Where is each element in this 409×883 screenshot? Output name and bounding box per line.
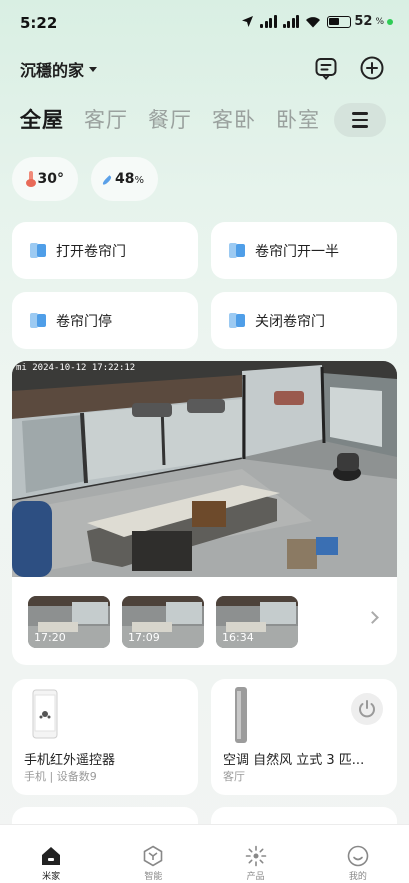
charging-dot-icon bbox=[387, 18, 393, 25]
camera-live-feed[interactable]: mi 2024-10-12 17:22:12 bbox=[12, 361, 397, 577]
clip-time: 17:20 bbox=[34, 631, 66, 644]
product-icon bbox=[245, 845, 266, 867]
room-tabs: 全屋 客厅 餐厅 客卧 卧室 bbox=[20, 104, 320, 134]
device-subtitle: 客厅 bbox=[223, 770, 245, 783]
battery-indicator: 52% bbox=[327, 14, 393, 29]
clip-time: 17:09 bbox=[128, 631, 160, 644]
nav-label: 智能 bbox=[144, 872, 163, 882]
scene-half-open-shutter[interactable]: 卷帘门开一半 bbox=[211, 222, 397, 279]
camera-timestamp: mi 2024-10-12 17:22:12 bbox=[16, 363, 136, 373]
device-name: 空调 自然风 立式 3 匹... bbox=[223, 753, 365, 768]
scene-stop-shutter[interactable]: 卷帘门停 bbox=[12, 292, 198, 349]
room-menu-button[interactable] bbox=[334, 103, 386, 137]
battery-icon bbox=[327, 15, 352, 28]
tower-ac-icon bbox=[235, 687, 247, 743]
tab-bedroom[interactable]: 卧室 bbox=[276, 104, 320, 134]
camera-card: mi 2024-10-12 17:22:12 17:20 17:09 16:34 bbox=[12, 361, 397, 665]
tab-guest-bedroom[interactable]: 客卧 bbox=[212, 104, 256, 134]
battery-unit: % bbox=[375, 16, 384, 27]
clip-time: 16:34 bbox=[222, 631, 254, 644]
home-name: 沉穩的家 bbox=[20, 61, 85, 80]
scene-label: 卷帘门开一半 bbox=[255, 243, 339, 260]
device-name: 手机红外遥控器 bbox=[24, 753, 116, 768]
cell-signal-2-icon bbox=[282, 15, 300, 28]
humidity-value: 48% bbox=[115, 171, 144, 187]
humidity-chip[interactable]: 48% bbox=[91, 157, 158, 201]
shutter-icon bbox=[30, 313, 46, 328]
status-icons: 52% bbox=[241, 14, 393, 29]
message-icon bbox=[315, 58, 337, 81]
temperature-value: 30° bbox=[37, 171, 64, 187]
profile-icon bbox=[347, 845, 369, 867]
clip-thumbnail[interactable]: 17:09 bbox=[122, 596, 204, 648]
smart-icon bbox=[144, 845, 163, 867]
chevron-right-icon[interactable] bbox=[366, 611, 379, 624]
bottom-nav: 米家 智能 产品 我的 bbox=[0, 824, 409, 883]
plus-circle-icon bbox=[360, 56, 384, 80]
caret-down-icon bbox=[89, 66, 98, 72]
cell-signal-icon bbox=[260, 15, 277, 28]
nav-label: 米家 bbox=[42, 872, 61, 882]
battery-percent: 52 bbox=[354, 14, 373, 29]
home-icon bbox=[42, 847, 61, 865]
tab-living-room[interactable]: 客厅 bbox=[84, 104, 128, 134]
scene-label: 卷帘门停 bbox=[56, 313, 112, 330]
clip-thumbnail[interactable]: 16:34 bbox=[216, 596, 298, 648]
device-subtitle: 手机 | 设备数9 bbox=[24, 770, 97, 783]
shutter-icon bbox=[30, 243, 46, 258]
scene-label: 打开卷帘门 bbox=[56, 243, 126, 260]
power-icon bbox=[359, 700, 375, 718]
status-time: 5:22 bbox=[20, 14, 58, 32]
nav-label: 我的 bbox=[348, 872, 367, 882]
tab-dining-room[interactable]: 餐厅 bbox=[148, 104, 192, 134]
thermometer-icon bbox=[26, 171, 36, 187]
status-bar: 5:22 52% bbox=[0, 0, 409, 44]
water-drop-icon bbox=[101, 175, 113, 186]
location-arrow-icon bbox=[242, 16, 254, 27]
add-button[interactable] bbox=[359, 55, 385, 81]
scene-open-shutter[interactable]: 打开卷帘门 bbox=[12, 222, 198, 279]
nav-profile[interactable]: 我的 bbox=[307, 825, 409, 883]
menu-icon bbox=[352, 112, 368, 115]
shutter-icon bbox=[229, 313, 245, 328]
device-card-ir-remote[interactable]: 手机红外遥控器 手机 | 设备数9 bbox=[12, 679, 198, 795]
nav-home[interactable]: 米家 bbox=[0, 825, 102, 883]
scene-close-shutter[interactable]: 关闭卷帘门 bbox=[211, 292, 397, 349]
temperature-chip[interactable]: 30° bbox=[12, 157, 78, 201]
camera-scene-image bbox=[12, 361, 397, 577]
scene-label: 关闭卷帘门 bbox=[255, 313, 325, 330]
tab-all[interactable]: 全屋 bbox=[20, 104, 64, 134]
shutter-icon bbox=[229, 243, 245, 258]
nav-label: 产品 bbox=[246, 872, 265, 882]
home-selector[interactable]: 沉穩的家 bbox=[20, 57, 98, 81]
phone-remote-icon bbox=[32, 689, 58, 739]
wifi-icon bbox=[306, 16, 321, 27]
device-card-air-conditioner[interactable]: 空调 自然风 立式 3 匹... 客厅 bbox=[211, 679, 397, 795]
power-button[interactable] bbox=[351, 693, 383, 725]
nav-smart[interactable]: 智能 bbox=[102, 825, 204, 883]
message-button[interactable] bbox=[313, 55, 339, 81]
clip-thumbnail[interactable]: 17:20 bbox=[28, 596, 110, 648]
nav-products[interactable]: 产品 bbox=[205, 825, 307, 883]
